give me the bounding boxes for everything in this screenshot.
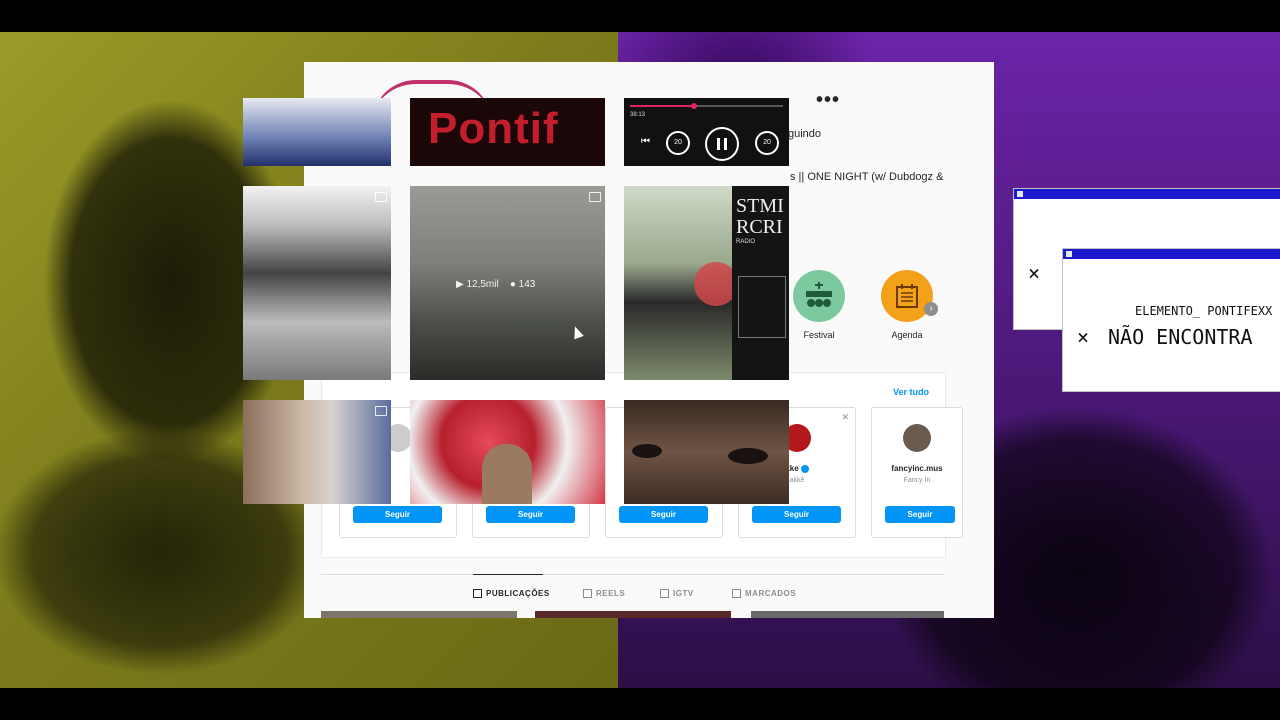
video-player[interactable]: 38:13 ⏮ 20 20 (624, 98, 789, 166)
poster-title-1: STMI (736, 195, 784, 217)
close-icon[interactable]: × (1077, 325, 1089, 349)
pause-icon[interactable] (705, 127, 739, 161)
post-thumbnail[interactable] (321, 611, 517, 618)
tab-igtv[interactable]: IGTV (660, 589, 694, 598)
progress-handle[interactable] (691, 103, 697, 109)
playback-time: 38:13 (630, 112, 646, 118)
post-thumbnail[interactable] (624, 186, 732, 380)
carousel-icon (375, 192, 387, 202)
grid-icon (473, 589, 482, 598)
tagged-icon (732, 589, 741, 598)
post-thumbnail[interactable] (535, 611, 731, 618)
tab-label: REELS (596, 589, 626, 598)
graphic-overlay (694, 262, 732, 306)
post-thumbnail[interactable] (410, 400, 605, 504)
tab-label: IGTV (673, 589, 694, 598)
follow-button[interactable]: Seguir (885, 506, 955, 523)
carousel-icon (589, 192, 601, 202)
poster-subtitle: RADIO (736, 239, 756, 245)
suggestion-subtitle: Fancy In (903, 477, 931, 484)
post-thumbnail[interactable] (243, 400, 391, 504)
highlight-agenda-label: Agenda (891, 330, 923, 340)
reels-icon (583, 589, 592, 598)
highlights-next-icon[interactable]: › (924, 302, 938, 316)
person-figure (482, 444, 532, 504)
window-menu-icon[interactable] (1066, 251, 1072, 257)
calendar-icon (896, 284, 918, 308)
festival-icon (806, 282, 832, 307)
carousel-icon (375, 406, 387, 416)
tab-reels[interactable]: REELS (583, 589, 625, 598)
active-tab-indicator (473, 574, 543, 575)
comments-count: 143 (518, 279, 536, 290)
follow-button[interactable]: Seguir (353, 506, 442, 523)
window-titlebar (1063, 249, 1280, 259)
forward-seconds: 20 (763, 139, 771, 146)
rewind-icon[interactable]: 20 (666, 131, 690, 155)
avatar[interactable] (903, 424, 931, 452)
post-thumbnail[interactable] (243, 98, 391, 166)
post-thumbnail[interactable] (624, 400, 789, 504)
tab-label: PUBLICAÇÕES (486, 589, 550, 598)
following-count-label[interactable]: guindo (788, 128, 821, 140)
see-all-link[interactable]: Ver tudo (893, 387, 929, 397)
eye-graphic (632, 444, 662, 458)
post-thumbnail[interactable] (243, 186, 391, 380)
views-count: 12,5mil (466, 279, 499, 290)
highlight-agenda-cover (881, 270, 933, 322)
letterbox-bottom (0, 688, 1280, 720)
more-options-icon[interactable]: ••• (816, 90, 840, 110)
reel-stats: ▶ 12,5mil ● 143 (456, 279, 536, 290)
post-thumbnail[interactable]: Pontif (410, 98, 605, 166)
tab-label: MARCADOS (745, 589, 797, 598)
forward-icon[interactable]: 20 (755, 131, 779, 155)
rewind-seconds: 20 (674, 139, 682, 146)
eye-graphic (728, 448, 768, 464)
post-thumbnail[interactable] (751, 611, 944, 618)
suggestion-card: fancyinc.mus Fancy In Seguir (871, 407, 963, 538)
banner-text: Pontif (428, 104, 559, 153)
previous-icon[interactable]: ⏮ (641, 136, 650, 147)
follow-button[interactable]: Seguir (619, 506, 708, 523)
window-title-text: ELEMENTO_ PONTIFEXX (1135, 304, 1273, 318)
verified-badge-icon (800, 464, 809, 473)
window-titlebar (1014, 189, 1280, 199)
letterbox-top (0, 0, 1280, 32)
follow-button[interactable]: Seguir (486, 506, 575, 523)
progress-fill (630, 105, 694, 107)
poster-thumbnail[interactable]: STMI RCRI RADIO (732, 186, 789, 380)
follow-button[interactable]: Seguir (752, 506, 841, 523)
tabs-divider (321, 574, 944, 575)
error-window-front: ELEMENTO_ PONTIFEXX × NÃO ENCONTRA (1062, 248, 1280, 392)
bio-text: s || ONE NIGHT (w/ Dubdogz & (790, 171, 944, 183)
dismiss-icon[interactable]: ✕ (841, 412, 849, 423)
tab-publicacoes[interactable]: PUBLICAÇÕES (473, 589, 550, 598)
tab-marcados[interactable]: MARCADOS (732, 589, 796, 598)
highlight-festival-label: Festival (803, 330, 835, 340)
poster-graphic (738, 276, 786, 338)
highlight-festival[interactable]: Festival (779, 270, 859, 340)
post-thumbnail[interactable]: ▶ 12,5mil ● 143 (410, 186, 605, 380)
window-menu-icon[interactable] (1017, 191, 1023, 197)
suggestion-username[interactable]: fancyinc.mus (872, 464, 962, 473)
poster-title-2: RCRI (736, 216, 783, 238)
error-message: NÃO ENCONTRA (1108, 325, 1253, 349)
igtv-icon (660, 589, 669, 598)
close-icon[interactable]: × (1028, 261, 1040, 285)
highlight-festival-cover (793, 270, 845, 322)
